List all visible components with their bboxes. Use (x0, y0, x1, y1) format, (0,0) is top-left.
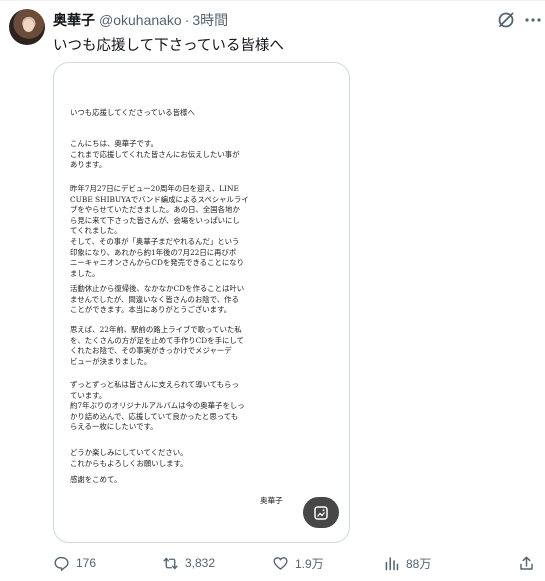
letter-document: いつも応援してくださっている皆様へ こんにちは、奥華子です。 これまで応援してく… (70, 63, 333, 542)
post-time[interactable]: 3時間 (192, 10, 228, 30)
tweet-text: いつも応援して下さっている皆様へ (53, 38, 284, 54)
letter-paragraph: 思えば、22年前、駅前の路上ライブで歌っていた私 を、たくさんの方が足を止めて手… (70, 325, 244, 366)
image-alt-icon (314, 505, 328, 520)
letter-paragraph: こんにちは、奥華子です。 これまで応援してくれた皆さんにお伝えしたい事が ありま… (70, 139, 240, 170)
letter-paragraph: ずっとずっと私は皆さんに支えられて導いてもらっ ています。 約7年ぶりのオリジナ… (70, 380, 245, 432)
user-name[interactable]: 奥華子 (53, 10, 95, 30)
reply-count: 176 (76, 556, 97, 570)
like-button[interactable]: 1.9万 (272, 553, 324, 573)
avatar-face (23, 19, 34, 32)
user-handle[interactable]: @okuhanako (99, 12, 182, 28)
top-divider (0, 0, 545, 1)
repost-button[interactable]: 3,832 (162, 553, 215, 573)
heart-icon (273, 556, 288, 570)
share-button[interactable] (518, 553, 541, 573)
views-chart-icon (385, 556, 399, 570)
letter-paragraph: 昨年7月27日にデビュー20周年の日を迎え、LINE CUBE SHIBUYAで… (70, 184, 249, 278)
like-count: 1.9万 (295, 556, 324, 571)
reply-icon (54, 556, 69, 571)
more-icon[interactable] (524, 13, 542, 27)
action-bar: 176 3,832 1.9万 88万 (53, 553, 543, 573)
views-button[interactable]: 88万 (383, 553, 431, 573)
grok-icon[interactable] (496, 10, 516, 30)
views-count: 88万 (406, 556, 432, 571)
repost-count: 3,832 (185, 556, 216, 570)
letter-paragraph: どうか楽しみにしていてください。 これからもよろしくお願いします。 (70, 448, 188, 468)
letter-title: いつも応援してくださっている皆様へ (70, 108, 195, 117)
separator-dot: · (184, 12, 190, 28)
letter-paragraph: 活動休止から復帰後、なかなかCDを作ることは叶い ませんでしたが、間違いなく皆さ… (70, 284, 245, 315)
image-alt-button[interactable] (303, 497, 339, 528)
letter-paragraph: 感謝をこめて。 (70, 475, 122, 484)
avatar[interactable] (9, 9, 45, 45)
letter-signature: 奥華子 (260, 496, 283, 505)
reply-button[interactable]: 176 (53, 553, 96, 573)
tweet-image[interactable]: いつも応援してくださっている皆様へ こんにちは、奥華子です。 これまで応援してく… (53, 62, 350, 543)
share-icon (520, 555, 533, 570)
repost-icon (163, 557, 178, 569)
tweet-header: 奥華子 @okuhanako · 3時間 (53, 10, 228, 30)
